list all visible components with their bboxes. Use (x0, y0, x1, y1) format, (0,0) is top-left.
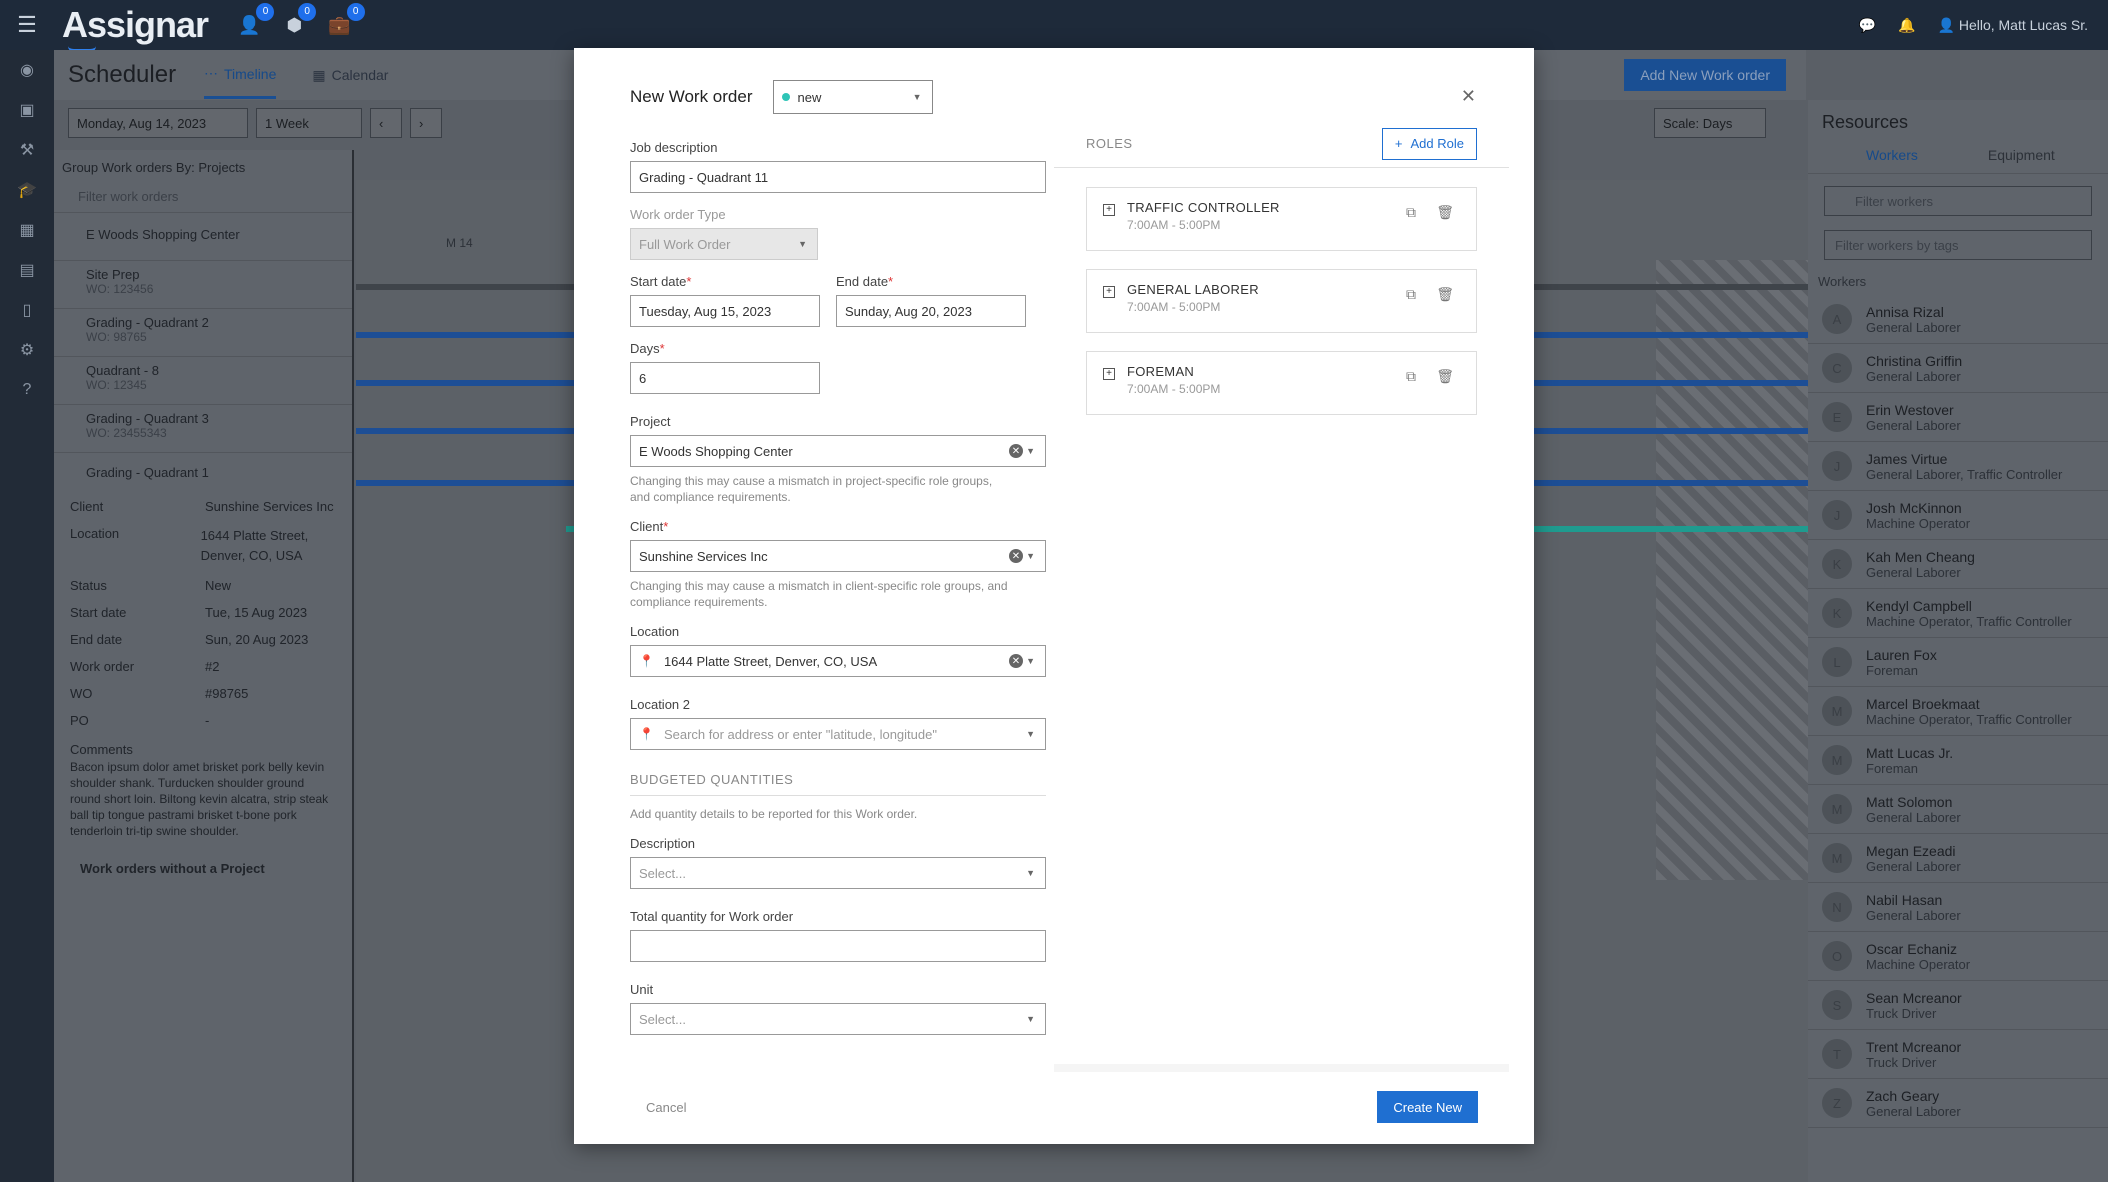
roles-label: ROLES (1086, 136, 1133, 151)
copy-icon[interactable]: ⧉ (1406, 286, 1416, 303)
client-help: Changing this may cause a mismatch in cl… (630, 579, 1008, 609)
type-value: Full Work Order (639, 236, 731, 252)
location2-input[interactable]: 📍 Search for address or enter "latitude, … (630, 718, 1046, 750)
client-select[interactable]: Sunshine Services Inc ✕ ▼ (630, 540, 1046, 572)
role-card[interactable]: + GENERAL LABORER 7:00AM - 5:00PM ⧉ 🗑 (1086, 269, 1477, 333)
chevron-down-icon: ▼ (1026, 656, 1035, 666)
chevron-down-icon: ▼ (1026, 446, 1035, 456)
new-work-order-modal: New Work order new ▼ ✕ Job description Gr… (574, 48, 1534, 1144)
chevron-down-icon: ▼ (1026, 868, 1035, 878)
unit-label: Unit (630, 982, 654, 997)
project-select[interactable]: E Woods Shopping Center ✕ ▼ (630, 435, 1046, 467)
cancel-button[interactable]: Cancel (646, 1100, 686, 1115)
location-value: 1644 Platte Street, Denver, CO, USA (663, 653, 878, 669)
modal-title: New Work order (630, 87, 753, 106)
budgeted-quantities-heading: BUDGETED QUANTITIES (630, 772, 1046, 796)
role-name: TRAFFIC CONTROLLER (1127, 200, 1280, 215)
role-card[interactable]: + FOREMAN 7:00AM - 5:00PM ⧉ 🗑 (1086, 351, 1477, 415)
start-date-input[interactable]: Tuesday, Aug 15, 2023 (630, 295, 820, 327)
project-help: Changing this may cause a mismatch in pr… (630, 474, 993, 504)
modal-footer: Cancel Create New (574, 1078, 1534, 1142)
chevron-down-icon: ▼ (1026, 551, 1035, 561)
clear-icon[interactable]: ✕ (1009, 549, 1023, 563)
copy-icon[interactable]: ⧉ (1406, 368, 1416, 385)
location2-label: Location 2 (630, 697, 690, 712)
clear-icon[interactable]: ✕ (1009, 444, 1023, 458)
roles-panel: ROLES + Add Role + TRAFFIC CONTROLLER 7:0… (1054, 120, 1509, 1072)
expand-icon[interactable]: + (1103, 204, 1115, 216)
chevron-down-icon: ▼ (1026, 729, 1035, 739)
create-new-button[interactable]: Create New (1377, 1091, 1478, 1123)
work-order-form: Job description Grading - Quadrant 11 Wo… (598, 120, 1046, 1072)
days-label: Days* (630, 341, 665, 356)
clear-icon[interactable]: ✕ (1009, 654, 1023, 668)
trash-icon[interactable]: 🗑 (1436, 286, 1454, 303)
trash-icon[interactable]: 🗑 (1436, 368, 1454, 385)
plus-icon: + (1394, 136, 1403, 151)
end-date-label: End date* (836, 274, 894, 289)
work-order-type-label: Work order Type (630, 207, 726, 222)
client-label: Client* (630, 519, 669, 534)
unit-select[interactable]: Select... ▼ (630, 1003, 1046, 1035)
location-label: Location (630, 624, 680, 639)
total-quantity-label: Total quantity for Work order (630, 909, 794, 924)
status-select[interactable]: new ▼ (772, 80, 933, 114)
project-value: E Woods Shopping Center (639, 443, 793, 459)
role-name: FOREMAN (1127, 364, 1195, 379)
status-value: new (797, 89, 822, 105)
role-time: 7:00AM - 5:00PM (1127, 218, 1221, 232)
project-label: Project (630, 414, 671, 429)
end-date-input[interactable]: Sunday, Aug 20, 2023 (836, 295, 1026, 327)
role-name: GENERAL LABORER (1127, 282, 1259, 297)
location-pin-icon: 📍 (639, 654, 654, 668)
copy-icon[interactable]: ⧉ (1406, 204, 1416, 221)
unit-placeholder: Select... (639, 1011, 686, 1027)
chevron-down-icon: ▼ (912, 92, 922, 102)
expand-icon[interactable]: + (1103, 286, 1115, 298)
location-pin-icon: 📍 (639, 727, 654, 741)
budget-help: Add quantity details to be reported for … (630, 807, 918, 821)
chevron-down-icon: ▼ (1026, 1014, 1035, 1024)
role-card[interactable]: + TRAFFIC CONTROLLER 7:00AM - 5:00PM ⧉ 🗑 (1086, 187, 1477, 251)
location-select[interactable]: 📍 1644 Platte Street, Denver, CO, USA ✕ ▼ (630, 645, 1046, 677)
chevron-down-icon: ▼ (798, 239, 807, 249)
role-time: 7:00AM - 5:00PM (1127, 300, 1221, 314)
close-icon[interactable]: ✕ (1461, 86, 1476, 107)
job-description-input[interactable]: Grading - Quadrant 11 (630, 161, 1046, 193)
total-quantity-input[interactable] (630, 930, 1046, 962)
status-dot (781, 93, 790, 101)
days-input[interactable]: 6 (630, 362, 820, 394)
work-order-type-select: Full Work Order ▼ (630, 228, 818, 260)
add-role-button[interactable]: + Add Role (1381, 127, 1477, 160)
expand-icon[interactable]: + (1103, 368, 1115, 380)
description-placeholder: Select... (639, 865, 686, 881)
role-time: 7:00AM - 5:00PM (1127, 382, 1221, 396)
trash-icon[interactable]: 🗑 (1436, 204, 1454, 221)
start-date-label: Start date* (630, 274, 692, 289)
client-value: Sunshine Services Inc (639, 548, 768, 564)
add-role-label: Add Role (1410, 136, 1464, 151)
description-select[interactable]: Select... ▼ (630, 857, 1046, 889)
location2-placeholder: Search for address or enter "latitude, l… (663, 726, 937, 742)
job-description-label: Job description (630, 140, 718, 155)
description-label: Description (630, 836, 696, 851)
